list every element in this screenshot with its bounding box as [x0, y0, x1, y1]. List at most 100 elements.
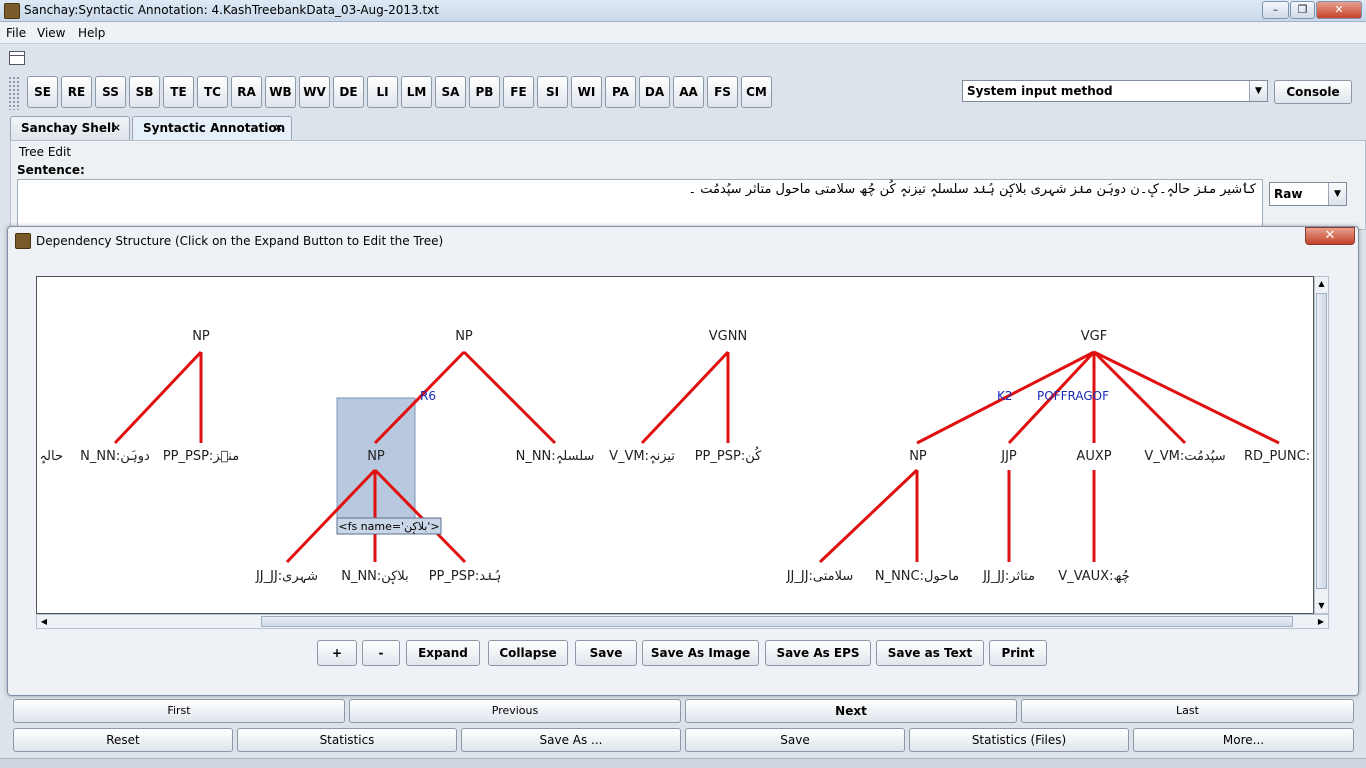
tree-node[interactable]: N_NN:سلسلہٕ — [516, 449, 595, 464]
sentence-field[interactable]: کٲشیر منٛز حالہٕ۔کٕ۔ن دوہَن منٛز شہری بل… — [17, 179, 1263, 227]
module-button-fe[interactable]: FE — [503, 76, 534, 108]
edge — [113, 350, 203, 445]
dialog-close-button[interactable]: ✕ — [1305, 227, 1355, 245]
module-button-da[interactable]: DA — [639, 76, 670, 108]
maximize-button[interactable]: ❐ — [1290, 1, 1315, 19]
module-button-aa[interactable]: AA — [673, 76, 704, 108]
tree-node[interactable]: حالہٕ — [39, 449, 63, 464]
tree-svg[interactable]: NP NP VGNN VGF حالہٕ N_NN:دوہَن PP_PSP:م… — [37, 277, 1313, 613]
dependency-structure-dialog: Dependency Structure (Click on the Expan… — [7, 226, 1359, 696]
scroll-left-icon[interactable]: ◀ — [37, 615, 51, 628]
tree-node[interactable]: N_NN:دوہَن — [80, 449, 150, 464]
first-button[interactable]: First — [13, 699, 345, 723]
close-icon[interactable]: × — [112, 117, 121, 139]
save-as-text-button[interactable]: Save as Text — [876, 640, 984, 666]
tree-node[interactable]: PP_PSP:ہُنٛد — [429, 569, 502, 584]
scroll-down-icon[interactable]: ▼ — [1315, 599, 1328, 613]
format-select[interactable]: Raw ▼ — [1269, 182, 1347, 206]
console-button[interactable]: Console — [1274, 80, 1352, 104]
module-button-sa[interactable]: SA — [435, 76, 466, 108]
module-button-sb[interactable]: SB — [129, 76, 160, 108]
module-button-lm[interactable]: LM — [401, 76, 432, 108]
expand-button[interactable]: Expand — [406, 640, 480, 666]
tab-syntactic-annotation[interactable]: Syntactic Annotation × — [132, 116, 292, 140]
scroll-right-icon[interactable]: ▶ — [1314, 615, 1328, 628]
zoom-out-button[interactable]: - — [362, 640, 400, 666]
window-icon[interactable] — [9, 51, 25, 65]
previous-button[interactable]: Previous — [349, 699, 681, 723]
chevron-down-icon[interactable]: ▼ — [1328, 183, 1346, 205]
tree-edit-title: Tree Edit — [19, 145, 72, 159]
module-button-si[interactable]: SI — [537, 76, 568, 108]
vertical-scrollbar[interactable]: ▲ ▼ — [1314, 276, 1329, 614]
save-as-image-button[interactable]: Save As Image — [642, 640, 759, 666]
input-method-select[interactable]: System input method ▼ — [962, 80, 1268, 102]
zoom-in-button[interactable]: + — [317, 640, 357, 666]
tree-node[interactable]: VGF — [1081, 329, 1107, 344]
statistics-files-button[interactable]: Statistics (Files) — [909, 728, 1129, 752]
toolbar-grip-icon[interactable] — [8, 76, 20, 110]
save-button[interactable]: Save — [575, 640, 637, 666]
module-button-wi[interactable]: WI — [571, 76, 602, 108]
tab-sanchay-shell[interactable]: Sanchay Shell × — [10, 116, 130, 140]
tree-node[interactable]: V_VAUX:چُھ — [1058, 569, 1129, 584]
horizontal-scrollbar[interactable]: ◀ ▶ — [36, 614, 1329, 629]
relation-label: POFFRAGOF — [1037, 389, 1109, 403]
scroll-thumb[interactable] — [1316, 293, 1327, 589]
scroll-up-icon[interactable]: ▲ — [1315, 277, 1328, 291]
chevron-down-icon[interactable]: ▼ — [1249, 81, 1267, 101]
print-button[interactable]: Print — [989, 640, 1047, 666]
tree-node[interactable]: NP — [192, 329, 210, 344]
collapse-button[interactable]: Collapse — [488, 640, 568, 666]
save-as-button[interactable]: Save As ... — [461, 728, 681, 752]
tree-node[interactable]: PP_PSP:منٛز — [163, 449, 239, 464]
reset-button[interactable]: Reset — [13, 728, 233, 752]
module-button-de[interactable]: DE — [333, 76, 364, 108]
relation-label: R6 — [420, 389, 436, 403]
menu-view[interactable]: View — [37, 26, 65, 40]
tree-node[interactable]: RD_PUNC: — [1244, 449, 1310, 464]
close-button[interactable]: ✕ — [1316, 1, 1362, 19]
module-button-se[interactable]: SE — [27, 76, 58, 108]
module-button-wb[interactable]: WB — [265, 76, 296, 108]
module-button-tc[interactable]: TC — [197, 76, 228, 108]
tree-node[interactable]: JJ_JJ:شہری — [255, 569, 318, 584]
tree-node[interactable]: JJ_JJ:سلامتی — [786, 569, 854, 584]
tree-node[interactable]: JJP — [1000, 449, 1017, 464]
tree-node[interactable]: NP — [909, 449, 927, 464]
statistics-button[interactable]: Statistics — [237, 728, 457, 752]
tree-canvas[interactable]: NP NP VGNN VGF حالہٕ N_NN:دوہَن PP_PSP:م… — [36, 276, 1314, 614]
more-button[interactable]: More... — [1133, 728, 1354, 752]
scroll-thumb[interactable] — [261, 616, 1293, 627]
tree-node[interactable]: V_VM:سپُدمُت — [1144, 449, 1225, 464]
tree-node[interactable]: JJ_JJ:متاثر — [982, 569, 1035, 584]
tree-node[interactable]: N_NNC:ماحول — [875, 569, 959, 584]
save-file-button[interactable]: Save — [685, 728, 905, 752]
tree-node[interactable]: N_NN:بلاکٕن — [341, 569, 409, 584]
save-as-eps-button[interactable]: Save As EPS — [765, 640, 871, 666]
module-button-ra[interactable]: RA — [231, 76, 262, 108]
menu-help[interactable]: Help — [78, 26, 105, 40]
module-button-re[interactable]: RE — [61, 76, 92, 108]
menu-file[interactable]: File — [6, 26, 26, 40]
tree-node[interactable]: VGNN — [709, 329, 747, 344]
tree-node[interactable]: NP — [367, 449, 385, 464]
module-button-li[interactable]: LI — [367, 76, 398, 108]
next-button[interactable]: Next — [685, 699, 1017, 723]
module-button-wv[interactable]: WV — [299, 76, 330, 108]
tree-node[interactable]: PP_PSP:کُن — [695, 446, 762, 464]
edge — [818, 468, 919, 564]
module-button-te[interactable]: TE — [163, 76, 194, 108]
tree-node[interactable]: NP — [455, 329, 473, 344]
tree-node[interactable]: V_VM:تیزنہٕ — [609, 449, 675, 464]
module-button-pb[interactable]: PB — [469, 76, 500, 108]
module-button-fs[interactable]: FS — [707, 76, 738, 108]
module-button-pa[interactable]: PA — [605, 76, 636, 108]
module-button-ss[interactable]: SS — [95, 76, 126, 108]
edge — [462, 350, 557, 445]
module-button-cm[interactable]: CM — [741, 76, 772, 108]
minimize-button[interactable]: – — [1262, 1, 1289, 19]
close-icon[interactable]: × — [274, 117, 283, 139]
tree-node[interactable]: AUXP — [1076, 449, 1111, 464]
last-button[interactable]: Last — [1021, 699, 1354, 723]
